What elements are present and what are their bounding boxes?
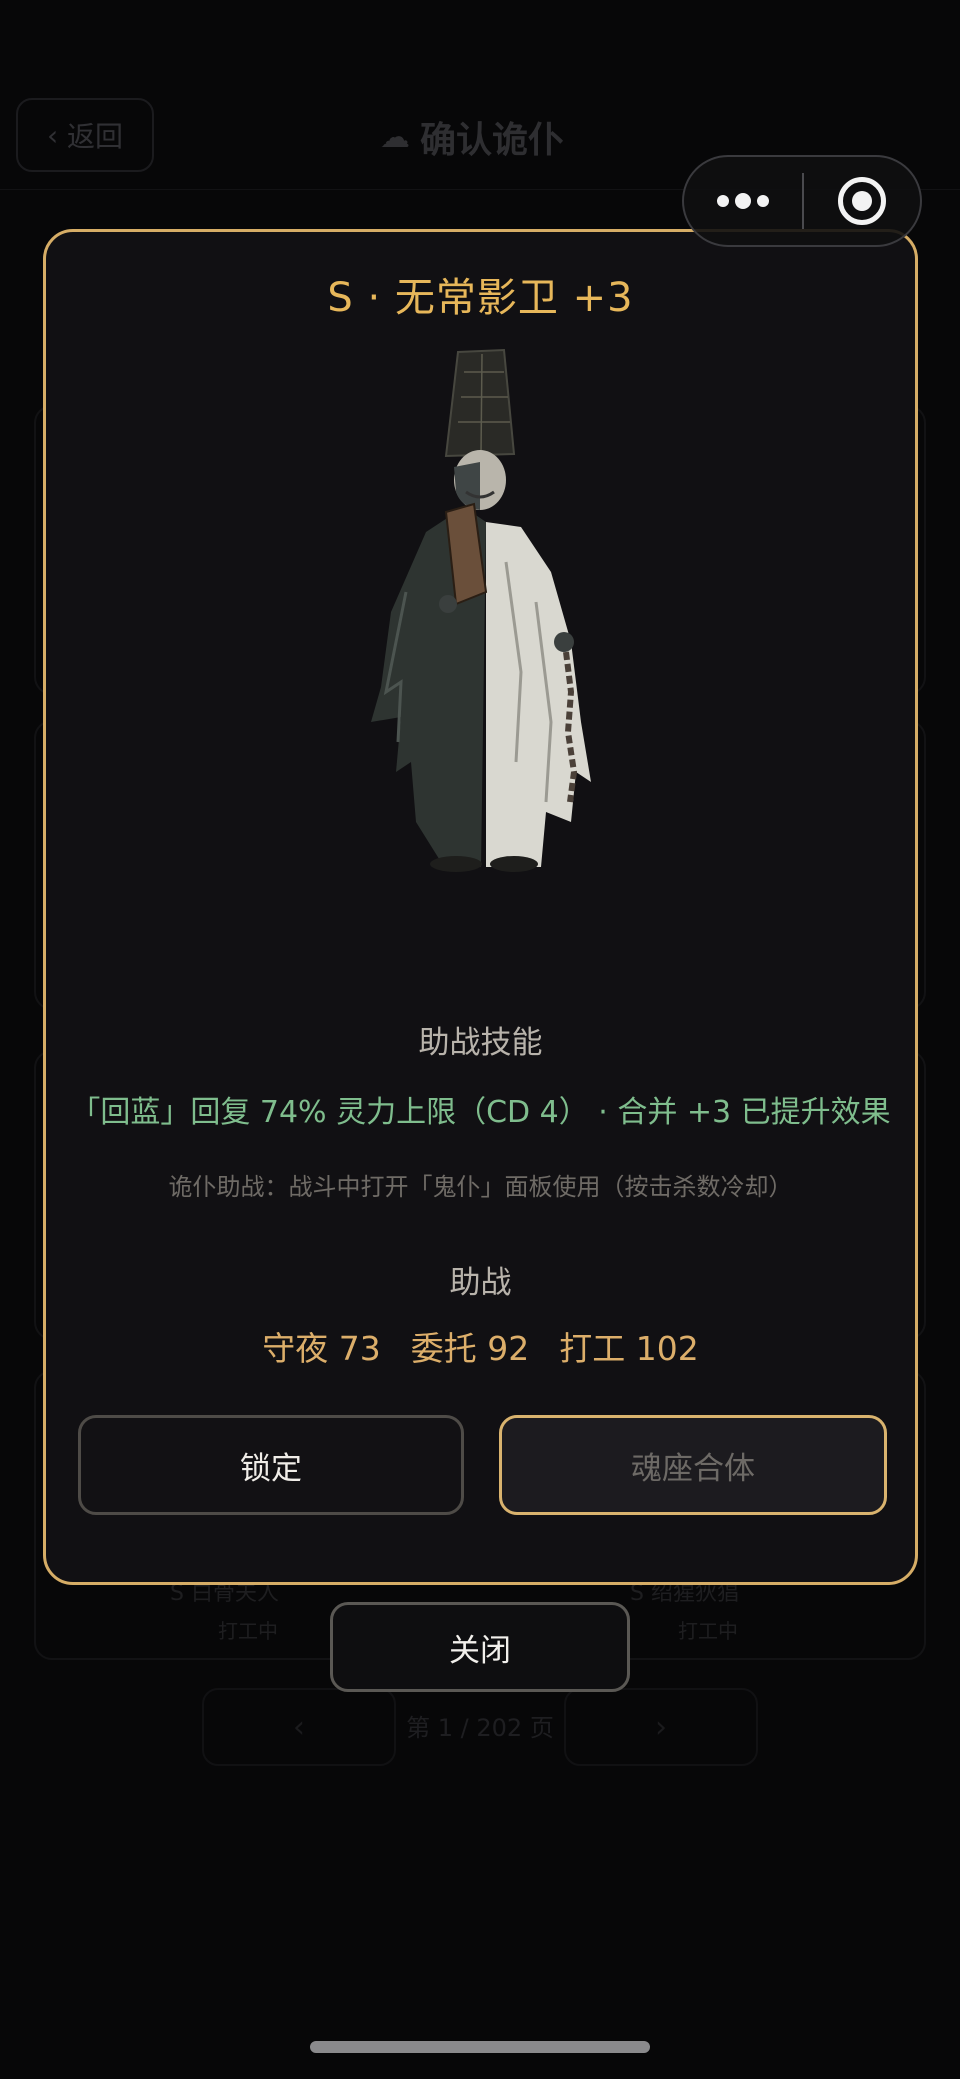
close-button[interactable]: 关闭	[330, 1602, 630, 1692]
stat-night-watch: 守夜 73	[262, 1329, 381, 1368]
soul-merge-button[interactable]: 魂座合体	[499, 1415, 887, 1515]
skill-section-label: 助战技能	[418, 1025, 543, 1061]
assist-hint: 诡仆助战：战斗中打开「鬼仆」面板使用（按击杀数冷却）	[168, 1173, 793, 1201]
miniprogram-capsule	[682, 155, 922, 247]
assist-section-label: 助战	[449, 1265, 512, 1301]
home-indicator[interactable]	[310, 2041, 650, 2053]
servant-title: S · 无常影卫 +3	[327, 275, 634, 321]
ghost-servant-illustration	[371, 348, 591, 872]
ghost-servant-figure	[346, 342, 621, 877]
assist-stats: 守夜 73 委托 92 打工 102	[46, 1322, 915, 1370]
more-dots-icon[interactable]	[684, 157, 802, 245]
stat-work: 打工 102	[559, 1329, 699, 1368]
servant-detail-modal: S · 无常影卫 +3 助战技能 「回蓝」回复 74% 灵力上限（CD 4） ·…	[43, 229, 918, 1585]
target-circle-icon	[837, 177, 886, 225]
close-miniprogram-button[interactable]	[804, 157, 920, 245]
lock-button[interactable]: 锁定	[78, 1415, 464, 1515]
skill-description: 「回蓝」回复 74% 灵力上限（CD 4） · 合并 +3 已提升效果	[70, 1095, 891, 1130]
stat-commission: 委托 92	[410, 1329, 530, 1368]
